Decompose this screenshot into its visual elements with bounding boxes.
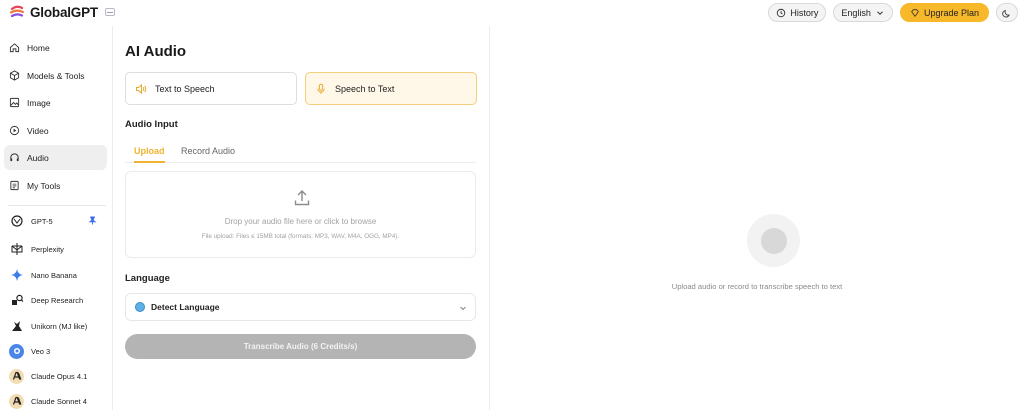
sidebar-item-models-tools[interactable]: Models & Tools (4, 63, 107, 88)
sidebar-model-unikorn[interactable]: Unikorn (MJ like) (4, 315, 107, 337)
text-to-speech-card[interactable]: Text to Speech (125, 72, 297, 105)
image-icon (9, 97, 20, 108)
document-icon (10, 180, 19, 191)
page-title: AI Audio (125, 43, 187, 60)
sidebar-item-image[interactable]: Image (4, 90, 107, 115)
history-icon (777, 8, 786, 17)
sidebar-model-claude-sonnet[interactable]: Claude Sonnet 4 (4, 390, 107, 410)
language-selector[interactable]: English (833, 3, 893, 22)
openai-icon (9, 214, 24, 229)
upload-icon (294, 190, 310, 206)
anthropic-icon (9, 368, 24, 384)
veo-icon (9, 343, 24, 359)
chevron-down-icon (877, 10, 883, 15)
sidebar-model-claude-opus[interactable]: Claude Opus 4.1 (4, 365, 107, 387)
sidebar-item-label: Home (27, 42, 50, 53)
sidebar-model-perplexity[interactable]: Perplexity (4, 238, 107, 260)
model-label: Perplexity (31, 244, 64, 254)
collapse-sidebar-icon[interactable] (104, 8, 115, 16)
model-label: Nano Banana (31, 270, 77, 280)
sidebar-model-deep-research[interactable]: Deep Research (4, 289, 107, 311)
sidebar-item-label: My Tools (27, 180, 61, 191)
sidebar-item-label: Video (27, 125, 49, 136)
model-label: Veo 3 (31, 346, 51, 356)
tab-upload[interactable]: Upload (134, 146, 165, 163)
sidebar-item-audio[interactable]: Audio (4, 145, 107, 170)
upgrade-label: Upgrade Plan (923, 7, 979, 18)
sidebar-item-label: Image (27, 97, 51, 108)
history-label: History (790, 7, 819, 18)
sidebar-item-video[interactable]: Video (4, 118, 107, 143)
app-name: GlobalGPT (30, 4, 98, 20)
chevron-down-icon (460, 306, 466, 311)
audio-input-tabs: Upload Record Audio (125, 142, 476, 163)
dropzone-file-limits: File upload: Files ≤ 15MB total (formats… (201, 233, 400, 240)
headphones-icon (10, 153, 19, 162)
model-label: GPT-5 (31, 216, 53, 226)
unicorn-icon (9, 319, 24, 334)
anthropic-icon (9, 393, 24, 409)
sparkle-icon (9, 268, 24, 283)
speech-to-text-label: Speech to Text (335, 83, 395, 94)
model-label: Claude Sonnet 4 (31, 396, 87, 406)
sidebar-item-home[interactable]: Home (4, 35, 107, 60)
play-icon (9, 125, 20, 136)
globe-icon (135, 302, 145, 312)
perplexity-icon (9, 242, 24, 257)
audio-panel: AI Audio Text to Speech Speech to Text A… (113, 26, 490, 410)
audio-dropzone[interactable]: Drop your audio file here or click to br… (125, 171, 476, 258)
home-icon (9, 43, 20, 53)
sidebar-item-label: Audio (27, 152, 49, 163)
language-label: English (841, 7, 871, 18)
globalgpt-logo-icon (9, 4, 25, 20)
tab-record-audio[interactable]: Record Audio (181, 146, 235, 163)
moon-icon (1002, 9, 1010, 17)
sidebar: Home Models & Tools Image Video Audio My… (0, 26, 113, 410)
model-label: Unikorn (MJ like) (31, 321, 88, 331)
language-section-label: Language (125, 273, 170, 284)
theme-toggle-button[interactable] (996, 3, 1018, 22)
speaker-icon (136, 83, 147, 94)
microphone-icon (317, 83, 325, 94)
research-icon (9, 293, 24, 308)
sidebar-divider (8, 205, 106, 206)
sidebar-model-gpt5[interactable]: GPT-5 (4, 210, 107, 232)
transcript-panel: Upload audio or record to transcribe spe… (490, 26, 1024, 410)
history-button[interactable]: History (768, 3, 827, 22)
dropzone-instruction: Drop your audio file here or click to br… (224, 217, 377, 226)
audio-input-label: Audio Input (125, 119, 178, 130)
model-label: Deep Research (31, 295, 84, 305)
upgrade-plan-button[interactable]: Upgrade Plan (899, 3, 989, 22)
language-select-value: Detect Language (151, 302, 220, 312)
language-select[interactable]: Detect Language (125, 293, 476, 321)
cube-icon (9, 70, 20, 81)
empty-state-message: Upload audio or record to transcribe spe… (671, 282, 843, 291)
model-label: Claude Opus 4.1 (31, 371, 88, 381)
gem-icon (911, 8, 919, 17)
sidebar-model-veo3[interactable]: Veo 3 (4, 340, 107, 362)
pin-icon[interactable] (88, 216, 97, 225)
transcribe-button[interactable]: Transcribe Audio (6 Credits/s) (125, 334, 476, 359)
sidebar-item-my-tools[interactable]: My Tools (4, 173, 107, 198)
text-to-speech-label: Text to Speech (155, 83, 215, 94)
empty-state-icon (747, 214, 800, 267)
logo[interactable]: GlobalGPT (9, 4, 115, 20)
sidebar-item-label: Models & Tools (27, 70, 85, 81)
speech-to-text-card[interactable]: Speech to Text (305, 72, 477, 105)
top-bar: GlobalGPT History English Upgrade Plan (0, 0, 1024, 26)
sidebar-model-nano-banana[interactable]: Nano Banana (4, 264, 107, 286)
